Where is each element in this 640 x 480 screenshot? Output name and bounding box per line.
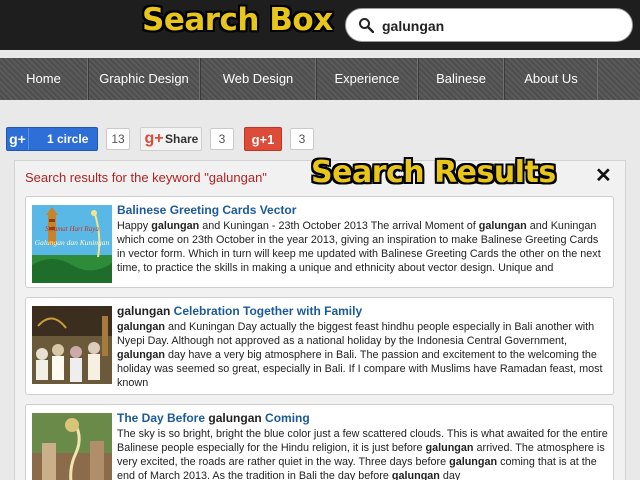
result-snippet: The sky is so bright, bright the blue co… xyxy=(117,428,608,480)
result-snippet: galungan and Kuningan Day actually the b… xyxy=(117,321,603,389)
gplus-share-icon: g+ xyxy=(144,130,164,147)
result-thumbnail xyxy=(32,413,112,480)
search-icon xyxy=(359,18,374,33)
nav-item-balinese[interactable]: Balinese xyxy=(418,58,504,100)
result-snippet: Happy galungan and Kuningan - 23th Octob… xyxy=(117,220,601,274)
share-count: 3 xyxy=(210,128,234,150)
main-nav: Home Graphic Design Web Design Experienc… xyxy=(0,58,640,100)
result-title[interactable]: The Day Before galungan Coming xyxy=(117,411,310,425)
result-item[interactable]: galungan Celebration Together with Famil… xyxy=(25,297,614,395)
result-title[interactable]: galungan Celebration Together with Famil… xyxy=(117,304,362,318)
nav-item-about-us[interactable]: About Us xyxy=(504,58,598,100)
gplus-one-button[interactable]: g+1 xyxy=(244,127,282,151)
plus1-count: 3 xyxy=(290,128,314,150)
gplus-icon: g+ xyxy=(7,128,29,150)
result-title[interactable]: Balinese Greeting Cards Vector xyxy=(117,203,296,217)
result-thumbnail: Selamat Hari Raya Galungan dan Kuningan xyxy=(32,205,112,283)
search-box-annotation: Search Box xyxy=(142,2,333,38)
circle-label: 1 circle xyxy=(47,132,89,146)
close-icon[interactable]: ✕ xyxy=(595,163,612,188)
result-item[interactable]: The Day Before galungan Coming The sky i… xyxy=(25,404,614,480)
gplus-circle-button[interactable]: g+ 1 circle xyxy=(6,127,98,151)
result-item[interactable]: Selamat Hari Raya Galungan dan Kuningan … xyxy=(25,196,614,288)
social-bar: g+ 1 circle 13 g+ Share 3 g+1 3 xyxy=(6,127,314,151)
top-bar: Search Box xyxy=(0,0,640,50)
search-results-panel: Search results for the keyword "galungan… xyxy=(14,155,626,480)
result-thumbnail xyxy=(32,306,112,384)
nav-item-experience[interactable]: Experience xyxy=(316,58,418,100)
thumb-caption-1: Selamat Hari Raya xyxy=(45,225,99,233)
title-end: Coming xyxy=(261,411,310,425)
title-rest: Celebration Together with Family xyxy=(170,304,363,318)
share-label: Share xyxy=(165,132,199,146)
title-keyword: galungan xyxy=(117,304,171,318)
gplus-share-button[interactable]: g+ Share xyxy=(140,127,202,151)
search-results-annotation: Search Results xyxy=(311,155,556,190)
nav-item-home[interactable]: Home xyxy=(0,58,88,100)
search-box[interactable] xyxy=(345,8,633,42)
thumb-caption-2: Galungan dan Kuningan xyxy=(35,238,110,247)
circle-count: 13 xyxy=(106,128,130,150)
nav-item-graphic-design[interactable]: Graphic Design xyxy=(88,58,200,100)
title-keyword: galungan xyxy=(208,411,262,425)
title-start: The Day Before xyxy=(117,411,209,425)
results-heading: Search results for the keyword "galungan… xyxy=(25,170,267,185)
nav-item-web-design[interactable]: Web Design xyxy=(200,58,316,100)
search-input[interactable] xyxy=(382,15,622,37)
